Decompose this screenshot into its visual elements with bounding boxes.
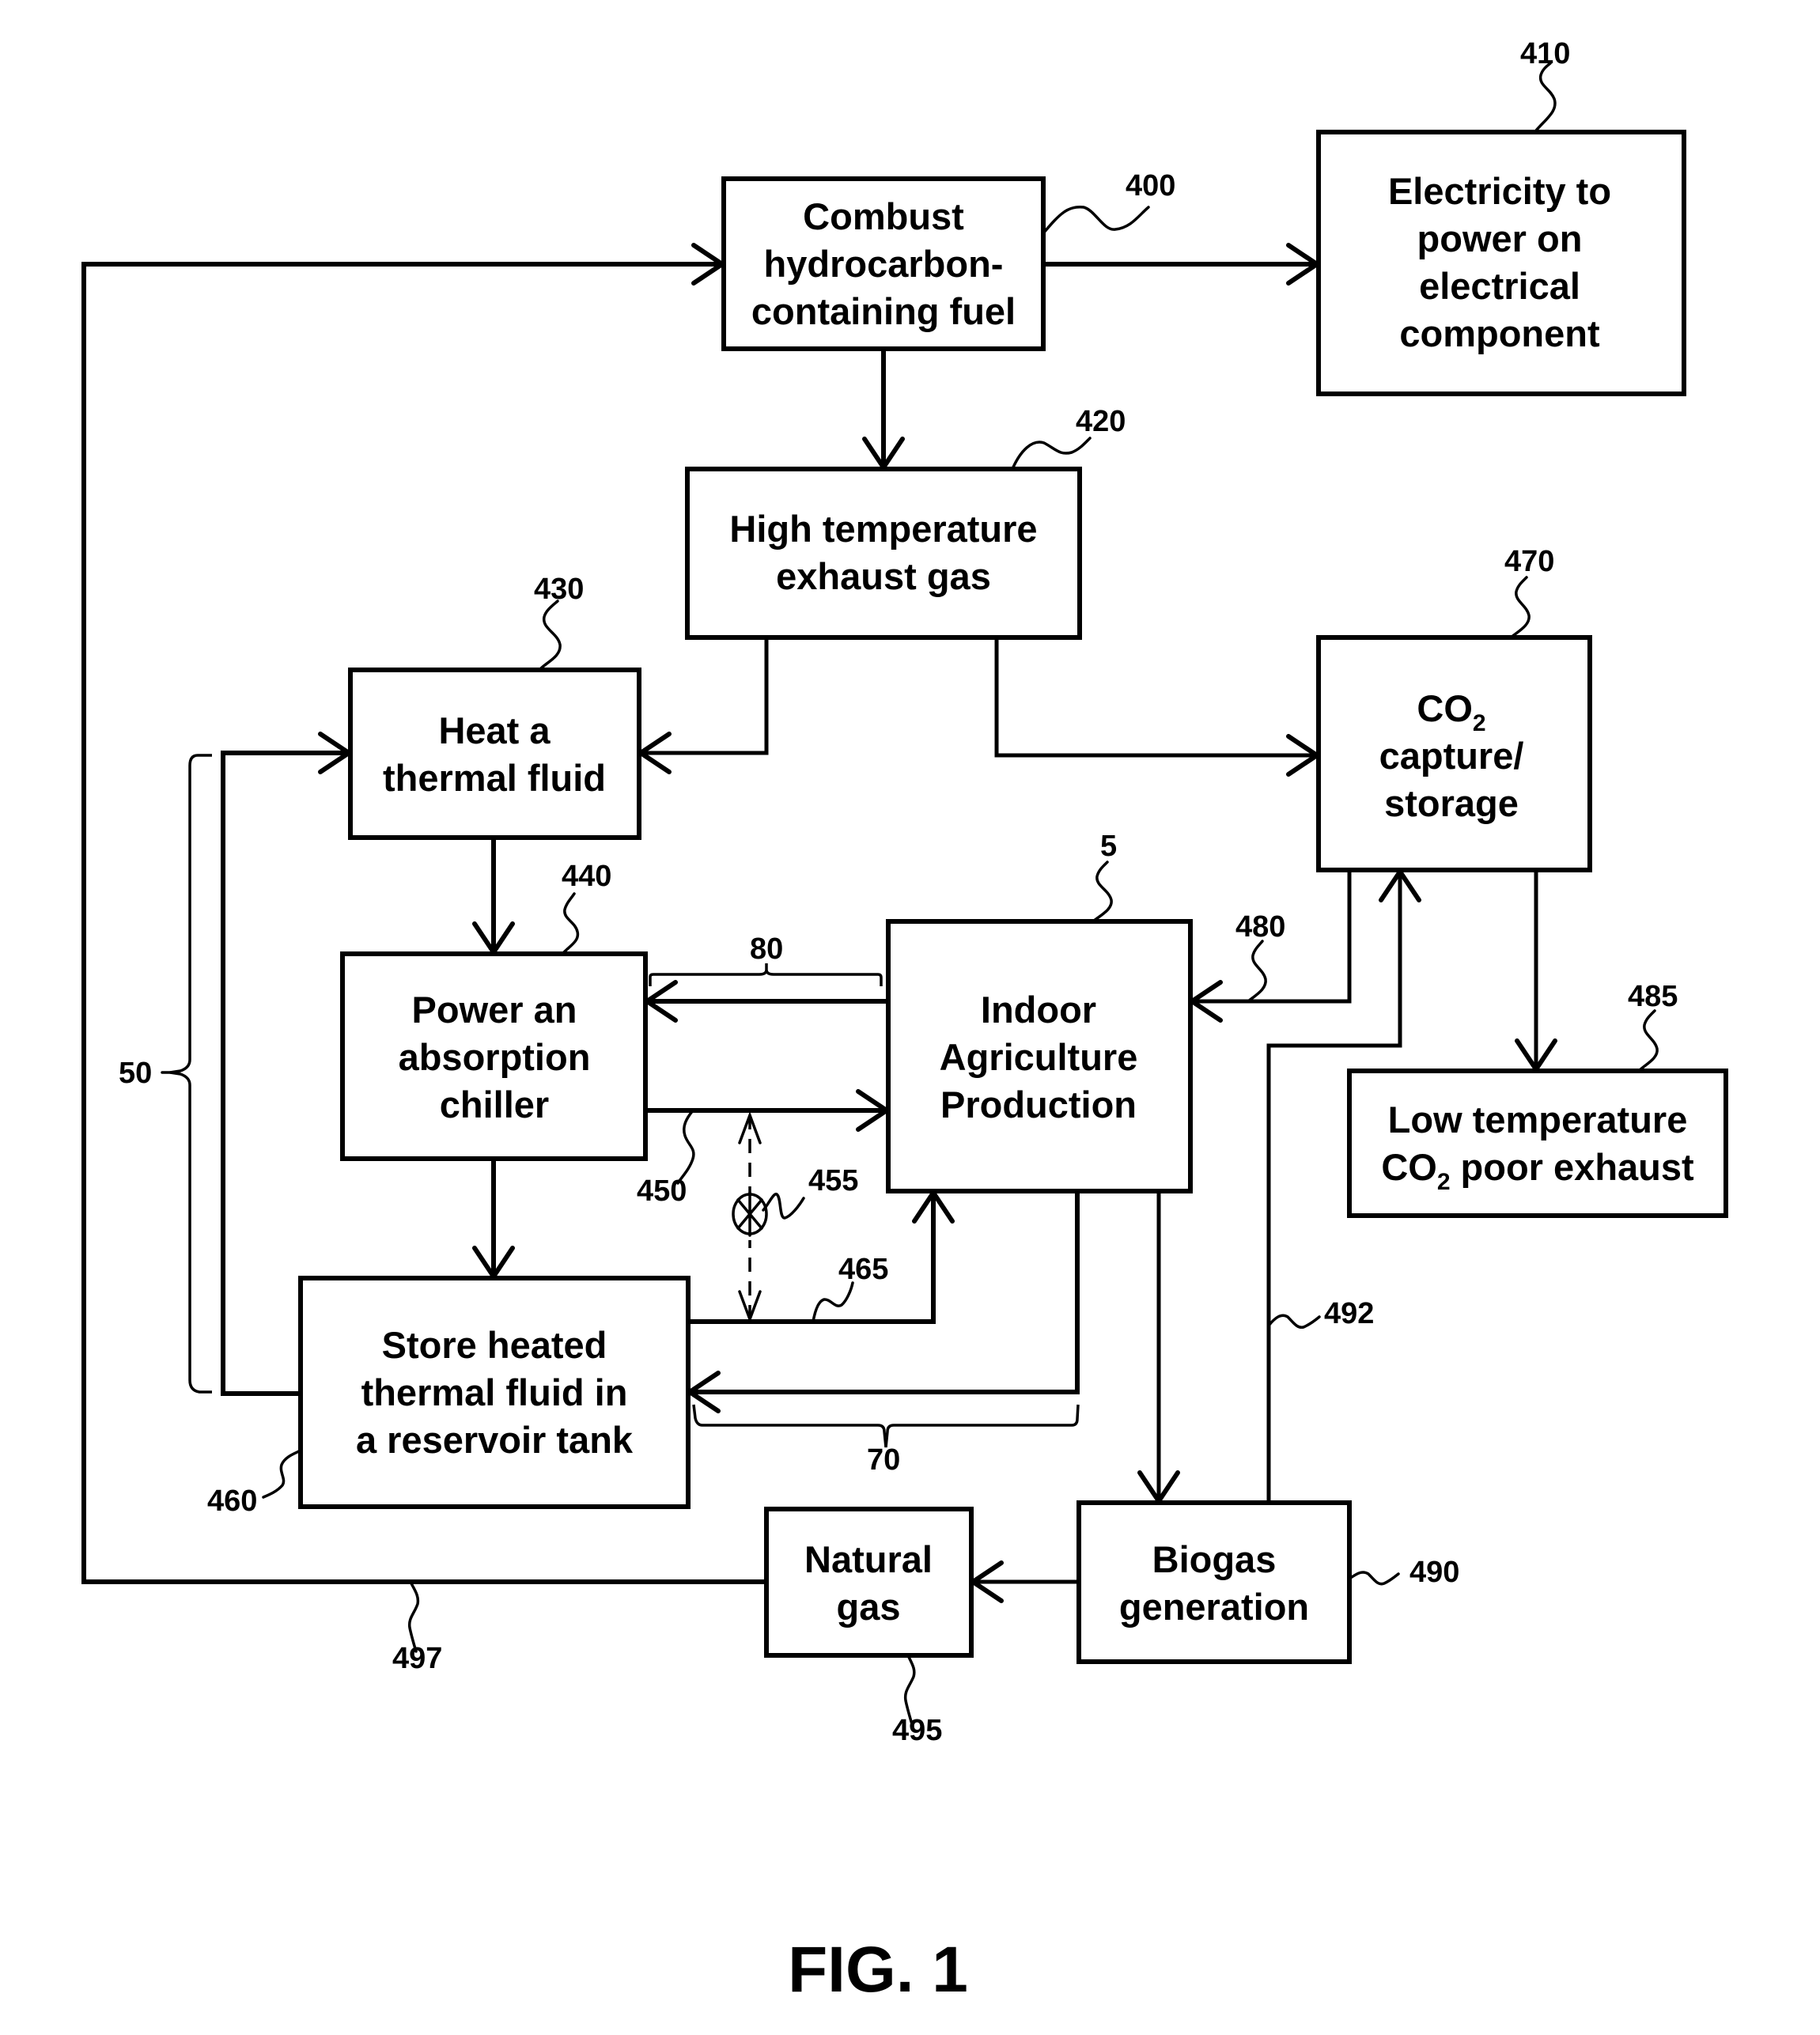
brace-80	[649, 963, 883, 986]
box-store-line-3: a reservoir tank	[356, 1419, 634, 1461]
box-high-temp-exhaust[interactable]: High temperature exhaust gas	[685, 467, 1082, 640]
leader-460	[262, 1449, 302, 1499]
leader-450	[676, 1109, 695, 1185]
box-chiller-line-3: chiller	[440, 1084, 549, 1125]
ref-495: 495	[892, 1714, 942, 1747]
box-electricity-line-1: Electricity to	[1388, 170, 1611, 212]
ref-70: 70	[867, 1443, 900, 1477]
box-co2-line-3: storage	[1384, 782, 1519, 824]
ref-492: 492	[1324, 1297, 1374, 1330]
box-indoor-agriculture[interactable]: Indoor Agriculture Production	[886, 919, 1193, 1193]
box-indoor-line-3: Production	[940, 1084, 1137, 1125]
leader-430	[539, 600, 562, 671]
ref-485: 485	[1628, 980, 1678, 1013]
box-store-line-2: thermal fluid in	[361, 1371, 628, 1413]
leader-455	[762, 1193, 805, 1220]
box-store-reservoir[interactable]: Store heated thermal fluid in a reservoi…	[298, 1276, 691, 1509]
box-combust-line-2: hydrocarbon-	[764, 243, 1004, 285]
ref-480: 480	[1235, 910, 1285, 944]
brace-50	[169, 754, 212, 1394]
leader-470	[1509, 576, 1531, 639]
leader-440	[561, 892, 580, 955]
ref-420: 420	[1076, 405, 1126, 438]
brace-70	[692, 1404, 1080, 1448]
ref-400: 400	[1126, 169, 1175, 202]
ref-430: 430	[534, 573, 584, 606]
leader-485	[1637, 1009, 1659, 1072]
ref-50: 50	[119, 1057, 152, 1090]
box-combust-fuel[interactable]: Combust hydrocarbon- containing fuel	[721, 176, 1046, 351]
box-heat-line-2: thermal fluid	[383, 757, 606, 799]
box-exhaust-line-1: High temperature	[729, 508, 1037, 550]
box-electricity-line-2: power on	[1417, 217, 1583, 259]
box-lowtemp-line-1: Low temperature	[1388, 1099, 1688, 1140]
box-combust-line-1: Combust	[803, 195, 964, 237]
box-co2-line-2: capture/	[1379, 735, 1524, 777]
valve-icon[interactable]	[732, 1191, 768, 1240]
process-flow-diagram: Combust hydrocarbon- containing fuel Ele…	[81, 37, 1728, 2006]
box-chiller-line-2: absorption	[399, 1036, 591, 1078]
flow-line-exhaust-to-heat	[641, 637, 769, 755]
box-electricity[interactable]: Electricity to power on electrical compo…	[1316, 130, 1686, 396]
box-biogas-line-2: generation	[1119, 1586, 1309, 1628]
box-biogas-line-1: Biogas	[1152, 1538, 1277, 1580]
leader-410	[1534, 62, 1557, 132]
box-absorption-chiller[interactable]: Power an absorption chiller	[340, 951, 648, 1161]
ref-5: 5	[1100, 830, 1117, 863]
leader-480	[1247, 940, 1267, 1003]
leader-400	[1042, 206, 1150, 235]
flow-line-465-store-to-indoor	[688, 1193, 936, 1324]
ref-497: 497	[392, 1642, 442, 1675]
box-heat-thermal-fluid[interactable]: Heat a thermal fluid	[348, 668, 641, 840]
box-biogas-generation[interactable]: Biogas generation	[1076, 1500, 1352, 1664]
flow-line-exhaust-to-co2	[994, 637, 1317, 758]
box-heat-line-1: Heat a	[438, 709, 551, 751]
box-electricity-line-4: component	[1399, 312, 1600, 354]
box-chiller-line-1: Power an	[412, 989, 577, 1031]
figure-caption: FIG. 1	[788, 1934, 968, 2006]
box-combust-line-3: containing fuel	[751, 290, 1016, 332]
ref-460: 460	[207, 1485, 257, 1518]
box-lowtemp-line-2: CO2 poor exhaust	[1381, 1146, 1694, 1195]
box-exhaust-line-2: exhaust gas	[776, 555, 991, 597]
leader-5	[1092, 861, 1113, 923]
box-co2-capture[interactable]: CO2 capture/ storage	[1316, 635, 1592, 872]
leader-465	[812, 1281, 854, 1323]
leader-492	[1267, 1314, 1321, 1330]
ref-450: 450	[637, 1174, 687, 1208]
ref-455: 455	[808, 1164, 858, 1197]
ref-80: 80	[750, 932, 783, 966]
ref-470: 470	[1504, 545, 1554, 578]
ref-440: 440	[562, 860, 611, 893]
box-indoor-line-2: Agriculture	[940, 1036, 1138, 1078]
ref-410: 410	[1520, 37, 1570, 70]
ref-465: 465	[838, 1253, 888, 1286]
leader-420	[1011, 437, 1092, 471]
box-store-line-1: Store heated	[382, 1324, 607, 1366]
box-natural-gas[interactable]: Natural gas	[764, 1507, 974, 1658]
box-indoor-line-1: Indoor	[981, 989, 1096, 1031]
box-electricity-line-3: electrical	[1419, 265, 1580, 307]
ref-490: 490	[1409, 1556, 1459, 1589]
box-natgas-line-1: Natural	[804, 1538, 933, 1580]
box-low-temp-exhaust[interactable]: Low temperature CO2 poor exhaust	[1347, 1069, 1728, 1218]
box-natgas-line-2: gas	[837, 1586, 901, 1628]
leader-490	[1348, 1571, 1400, 1586]
